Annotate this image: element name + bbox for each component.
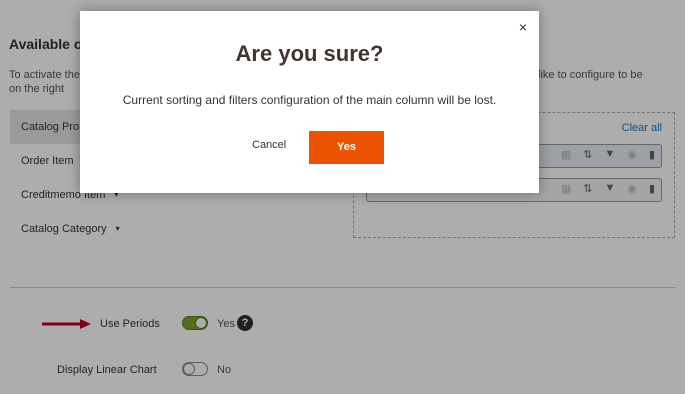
confirm-dialog: × Are you sure? Current sorting and filt… xyxy=(80,11,539,193)
dialog-message: Current sorting and filters configuratio… xyxy=(122,93,497,107)
confirm-button[interactable]: Yes xyxy=(309,131,384,164)
close-icon[interactable]: × xyxy=(519,19,527,35)
cancel-button[interactable]: Cancel xyxy=(252,139,286,151)
dialog-title: Are you sure? xyxy=(235,41,384,66)
